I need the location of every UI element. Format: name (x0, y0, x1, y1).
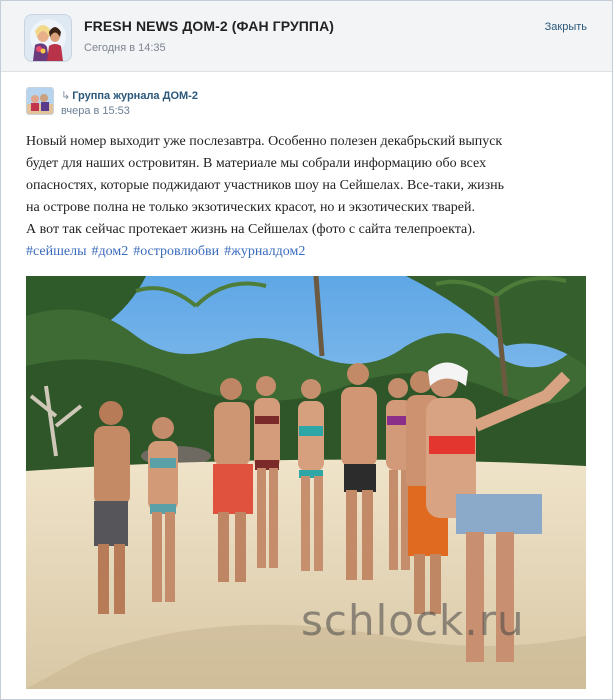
post-card: FRESH NEWS ДОМ-2 (ФАН ГРУППА) Сегодня в … (0, 0, 613, 700)
post-text-line: А вот так сейчас протекает жизнь на Сейш… (26, 222, 476, 237)
hashtag-link[interactable]: #островлюбви (133, 244, 219, 259)
hashtag-link[interactable]: #сейшелы (26, 244, 86, 259)
hashtag-link[interactable]: #журналдом2 (224, 244, 305, 259)
post-photo[interactable]: schlock.ru (26, 276, 586, 689)
repost-arrow-icon: ↳ (61, 90, 71, 102)
repost-source-avatar[interactable] (26, 87, 54, 115)
repost-timestamp[interactable]: вчера в 15:53 (61, 105, 130, 117)
post-text: Новый номер выходит уже послезавтра. Осо… (26, 131, 596, 263)
repost-source-name[interactable]: Группа журнала ДОМ-2 (72, 90, 198, 102)
post-text-line: опасностях, которые поджидают участников… (26, 178, 505, 193)
post-timestamp[interactable]: Сегодня в 14:35 (84, 42, 166, 54)
group-title[interactable]: FRESH NEWS ДОМ-2 (ФАН ГРУППА) (84, 18, 334, 34)
hashtag-link[interactable]: #дом2 (91, 244, 128, 259)
photo-watermark: schlock.ru (301, 596, 525, 645)
post-text-line: будет для наших островитян. В материале … (26, 156, 487, 171)
post-text-line: на острове полна не только экзотических … (26, 200, 475, 215)
repost-source[interactable]: ↳ Группа журнала ДОМ-2 (61, 89, 198, 102)
post-text-line: Новый номер выходит уже послезавтра. Осо… (26, 134, 503, 149)
post-header: FRESH NEWS ДОМ-2 (ФАН ГРУППА) Сегодня в … (1, 1, 612, 72)
hashtags: #сейшелы #дом2 #островлюбви #журналдом2 (26, 241, 596, 263)
group-avatar[interactable] (24, 14, 72, 62)
close-link[interactable]: Закрыть (545, 21, 587, 33)
